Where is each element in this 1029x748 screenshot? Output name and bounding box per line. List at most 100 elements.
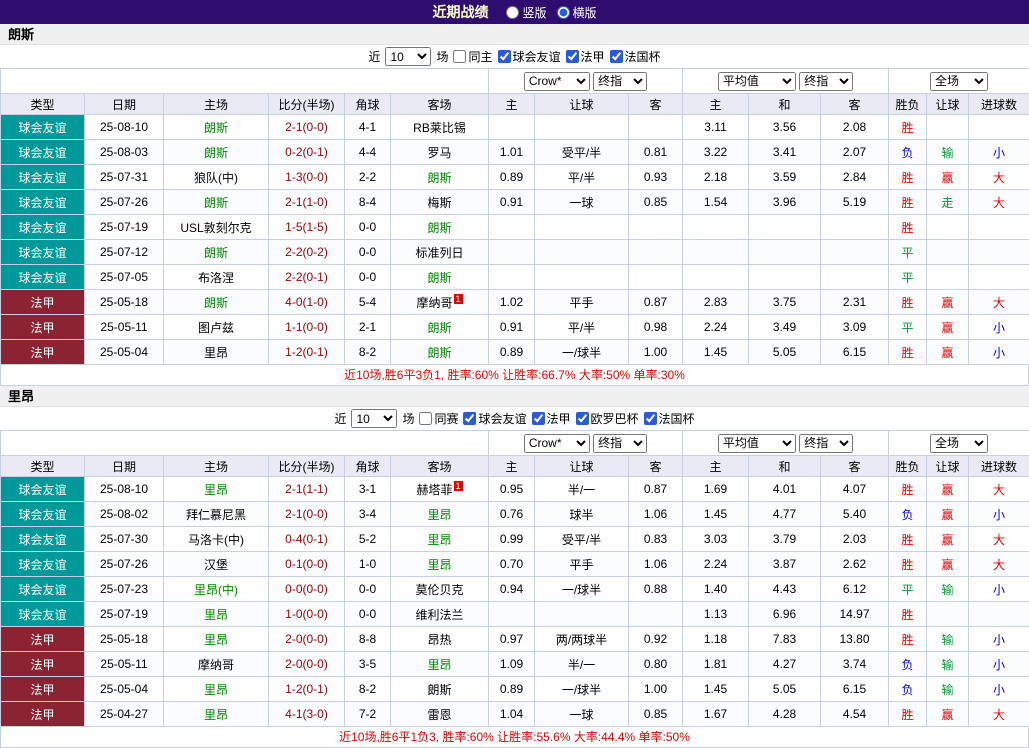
team-link[interactable]: 拜仁慕尼黑 bbox=[186, 508, 246, 522]
match-type-cell: 球会友谊 bbox=[1, 240, 85, 265]
team-link[interactable]: 莫伦贝克 bbox=[415, 583, 463, 597]
filter-option[interactable]: 欧罗巴杯 bbox=[576, 410, 639, 427]
team-link[interactable]: 里昂 bbox=[204, 346, 228, 360]
score-link[interactable]: 2-0(0-0) bbox=[285, 632, 328, 646]
team-link[interactable]: 里昂 bbox=[204, 683, 228, 697]
odds-company-select[interactable]: Crow* bbox=[524, 72, 590, 91]
score-link[interactable]: 4-1(3-0) bbox=[285, 707, 328, 721]
odds-time-select[interactable]: 终指 bbox=[593, 72, 647, 91]
team-link[interactable]: 朗斯 bbox=[204, 121, 228, 135]
filter-option[interactable]: 同赛 bbox=[419, 410, 458, 427]
team-link[interactable]: 狼队(中) bbox=[194, 171, 238, 185]
score-link[interactable]: 0-1(0-0) bbox=[285, 557, 328, 571]
score-link[interactable]: 1-0(0-0) bbox=[285, 607, 328, 621]
filter-checkbox[interactable] bbox=[463, 412, 476, 425]
filter-checkbox[interactable] bbox=[532, 412, 545, 425]
team-link[interactable]: 里昂 bbox=[204, 633, 228, 647]
team-link[interactable]: 标准列日 bbox=[415, 246, 463, 260]
filter-option[interactable]: 法甲 bbox=[532, 410, 571, 427]
filter-checkbox[interactable] bbox=[498, 50, 511, 63]
team-link[interactable]: 马洛卡(中) bbox=[188, 533, 244, 547]
team-link[interactable]: 里昂(中) bbox=[194, 583, 238, 597]
filter-option[interactable]: 球会友谊 bbox=[463, 410, 526, 427]
average-select[interactable]: 平均值 bbox=[718, 72, 796, 91]
filter-option[interactable]: 同主 bbox=[453, 48, 492, 65]
filter-option[interactable]: 球会友谊 bbox=[498, 48, 561, 65]
score-link[interactable]: 2-2(0-1) bbox=[285, 270, 328, 284]
odds-time-select[interactable]: 终指 bbox=[593, 434, 647, 453]
team-link[interactable]: 朗斯 bbox=[427, 221, 451, 235]
result-row: 法甲25-05-18朗斯4-0(1-0)5-4摩纳哥11.02平手0.872.8… bbox=[1, 290, 1029, 315]
team-link[interactable]: 朗斯 bbox=[204, 246, 228, 260]
score-link[interactable]: 0-0(0-0) bbox=[285, 582, 328, 596]
score-link[interactable]: 2-2(0-2) bbox=[285, 245, 328, 259]
score-link[interactable]: 1-2(0-1) bbox=[285, 682, 328, 696]
team-link[interactable]: RB莱比锡 bbox=[413, 121, 466, 135]
corners-cell: 0-0 bbox=[345, 602, 391, 627]
team-link[interactable]: 里昂 bbox=[204, 608, 228, 622]
average-time-select[interactable]: 终指 bbox=[799, 72, 853, 91]
team-link[interactable]: 朗斯 bbox=[427, 683, 451, 697]
team-link[interactable]: 朗斯 bbox=[204, 196, 228, 210]
team-link[interactable]: 朗斯 bbox=[204, 296, 228, 310]
score-link[interactable]: 0-4(0-1) bbox=[285, 532, 328, 546]
score-link[interactable]: 1-5(1-5) bbox=[285, 220, 328, 234]
team-link[interactable]: 昂热 bbox=[427, 633, 451, 647]
team-link[interactable]: 维利法兰 bbox=[415, 608, 463, 622]
team-link[interactable]: 里昂 bbox=[204, 708, 228, 722]
score-link[interactable]: 2-1(0-0) bbox=[285, 507, 328, 521]
filter-checkbox[interactable] bbox=[644, 412, 657, 425]
team-link[interactable]: 布洛涅 bbox=[198, 271, 234, 285]
odds-company-select[interactable]: Crow* bbox=[524, 434, 590, 453]
team-link[interactable]: 图卢兹 bbox=[198, 321, 234, 335]
team-link[interactable]: 梅斯 bbox=[427, 196, 451, 210]
team-link[interactable]: 里昂 bbox=[427, 558, 451, 572]
score-link[interactable]: 2-1(1-1) bbox=[285, 482, 328, 496]
filter-checkbox[interactable] bbox=[419, 412, 432, 425]
team-link[interactable]: 里昂 bbox=[427, 658, 451, 672]
recent-count-select[interactable]: 10 bbox=[351, 409, 397, 428]
team-link[interactable]: 朗斯 bbox=[427, 171, 451, 185]
score-link[interactable]: 2-1(0-0) bbox=[285, 120, 328, 134]
team-link[interactable]: 罗马 bbox=[427, 146, 451, 160]
results-table: Crow* 终指 平均值 终指 全场 类型 日期 主场 比分(半场) bbox=[0, 430, 1029, 727]
filter-option[interactable]: 法国杯 bbox=[644, 410, 695, 427]
team-link[interactable]: 摩纳哥 bbox=[416, 296, 452, 310]
team-link[interactable]: 朗斯 bbox=[427, 346, 451, 360]
scope-select[interactable]: 全场 bbox=[930, 434, 988, 453]
score-link[interactable]: 2-1(1-0) bbox=[285, 195, 328, 209]
score-link[interactable]: 1-3(0-0) bbox=[285, 170, 328, 184]
filter-checkbox[interactable] bbox=[453, 50, 466, 63]
score-link[interactable]: 2-0(0-0) bbox=[285, 657, 328, 671]
team-link[interactable]: 赫塔菲 bbox=[416, 483, 452, 497]
filter-checkbox[interactable] bbox=[566, 50, 579, 63]
score-link[interactable]: 0-2(0-1) bbox=[285, 145, 328, 159]
average-time-select[interactable]: 终指 bbox=[799, 434, 853, 453]
score-link[interactable]: 1-1(0-0) bbox=[285, 320, 328, 334]
average-select[interactable]: 平均值 bbox=[718, 434, 796, 453]
team-link[interactable]: 摩纳哥 bbox=[198, 658, 234, 672]
score-link[interactable]: 4-0(1-0) bbox=[285, 295, 328, 309]
team-link[interactable]: 里昂 bbox=[427, 508, 451, 522]
team-link[interactable]: 朗斯 bbox=[204, 146, 228, 160]
home-team-cell: 里昂 bbox=[164, 627, 269, 652]
team-link[interactable]: 朗斯 bbox=[427, 271, 451, 285]
filter-checkbox[interactable] bbox=[576, 412, 589, 425]
team-link[interactable]: USL敦刻尔克 bbox=[180, 221, 251, 235]
avg-home-cell: 3.11 bbox=[683, 115, 749, 140]
team-link[interactable]: 里昂 bbox=[427, 533, 451, 547]
filter-checkbox[interactable] bbox=[610, 50, 623, 63]
team-link[interactable]: 朗斯 bbox=[427, 321, 451, 335]
layout-option-vertical[interactable]: 竖版 bbox=[506, 4, 546, 21]
horizontal-radio[interactable] bbox=[557, 6, 570, 19]
team-link[interactable]: 汉堡 bbox=[204, 558, 228, 572]
score-link[interactable]: 1-2(0-1) bbox=[285, 345, 328, 359]
filter-option[interactable]: 法甲 bbox=[566, 48, 605, 65]
recent-count-select[interactable]: 10 bbox=[385, 47, 431, 66]
layout-option-horizontal[interactable]: 横版 bbox=[557, 4, 597, 21]
team-link[interactable]: 里昂 bbox=[204, 483, 228, 497]
vertical-radio[interactable] bbox=[506, 6, 519, 19]
team-link[interactable]: 雷恩 bbox=[427, 708, 451, 722]
scope-select[interactable]: 全场 bbox=[930, 72, 988, 91]
filter-option[interactable]: 法国杯 bbox=[610, 48, 661, 65]
